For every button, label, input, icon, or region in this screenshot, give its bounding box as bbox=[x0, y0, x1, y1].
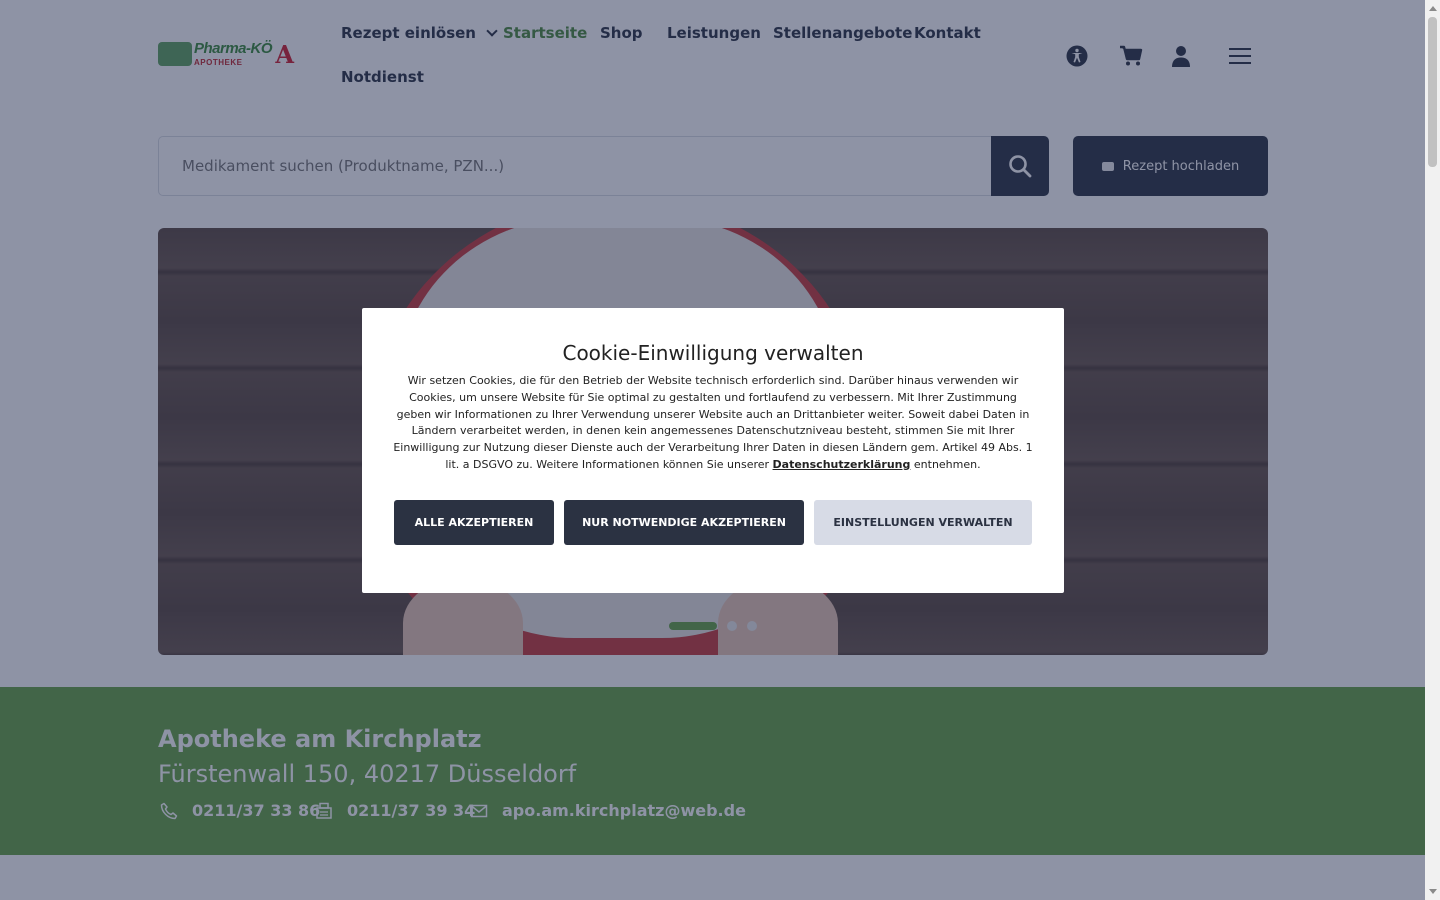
accept-necessary-button[interactable]: NUR NOTWENDIGE AKZEPTIEREN bbox=[564, 500, 804, 545]
scrollbar-thumb[interactable] bbox=[1428, 17, 1437, 167]
accept-all-button[interactable]: ALLE AKZEPTIEREN bbox=[394, 500, 554, 545]
privacy-policy-link[interactable]: Datenschutzerklärung bbox=[773, 458, 911, 471]
scroll-down-arrow-icon[interactable] bbox=[1429, 889, 1437, 894]
cookie-consent-dialog: Cookie-Einwilligung verwalten Wir setzen… bbox=[362, 308, 1064, 593]
cookie-text-end: entnehmen. bbox=[913, 457, 981, 471]
cookie-dialog-text: Wir setzen Cookies, die für den Betrieb … bbox=[392, 373, 1034, 474]
cookie-text-body: Wir setzen Cookies, die für den Betrieb … bbox=[393, 374, 1033, 471]
cookie-dialog-title: Cookie-Einwilligung verwalten bbox=[562, 341, 864, 365]
scroll-up-arrow-icon[interactable] bbox=[1429, 6, 1437, 11]
page-scrollbar[interactable] bbox=[1425, 0, 1440, 900]
manage-settings-button[interactable]: EINSTELLUNGEN VERWALTEN bbox=[814, 500, 1032, 545]
